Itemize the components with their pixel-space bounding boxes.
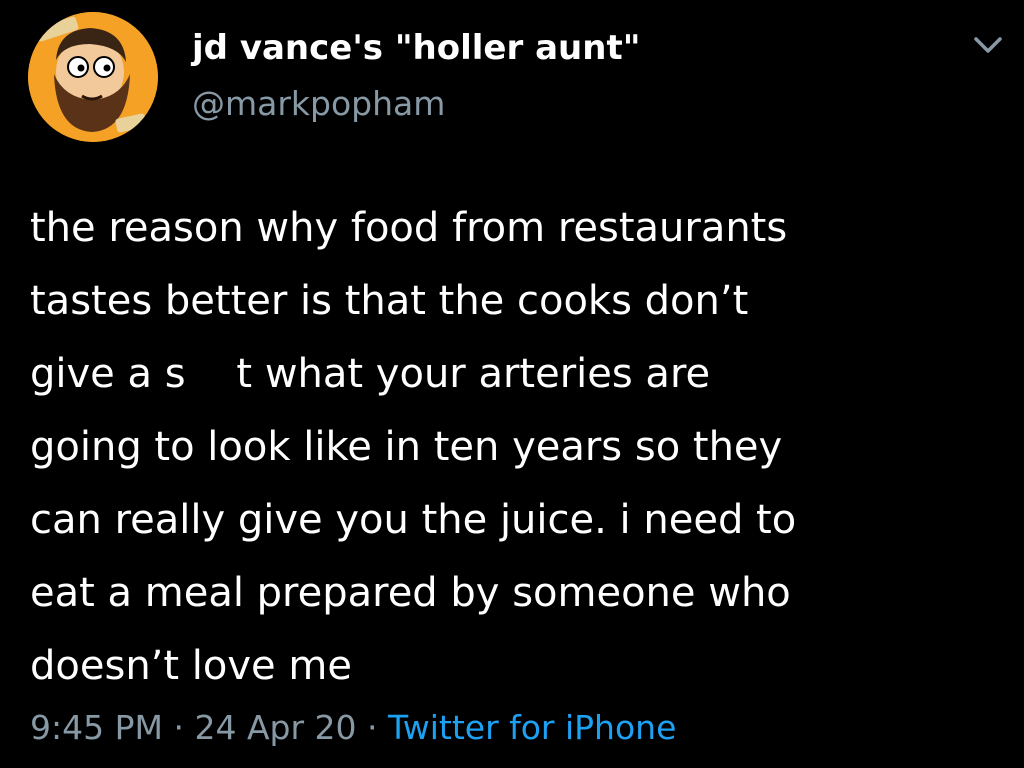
separator: · xyxy=(367,708,378,747)
tweet-body-line: give a s t what your arteries are xyxy=(30,351,711,397)
display-name[interactable]: jd vance's "holler aunt" xyxy=(192,26,640,70)
tweet-header: jd vance's "holler aunt" @markpopham xyxy=(192,26,640,126)
separator: · xyxy=(173,708,184,747)
chevron-down-icon[interactable] xyxy=(970,30,1006,60)
tweet-source-link[interactable]: Twitter for iPhone xyxy=(388,708,676,747)
tweet-body: the reason why food from restaurants tas… xyxy=(30,192,1015,703)
tweet-time[interactable]: 9:45 PM xyxy=(30,708,163,747)
bearded-man-avatar-icon xyxy=(28,12,158,142)
tweet-body-line: going to look like in ten years so they xyxy=(30,424,783,470)
tweet-body-line: tastes better is that the cooks don’t xyxy=(30,278,749,324)
tweet-body-line: doesn’t love me xyxy=(30,643,352,689)
tweet-date[interactable]: 24 Apr 20 xyxy=(194,708,356,747)
user-handle[interactable]: @markpopham xyxy=(192,82,640,126)
tweet-body-line: can really give you the juice. i need to xyxy=(30,497,797,543)
tweet: jd vance's "holler aunt" @markpopham the… xyxy=(0,0,1024,768)
avatar[interactable] xyxy=(28,12,158,142)
tweet-body-line: the reason why food from restaurants xyxy=(30,205,788,251)
tweet-meta: 9:45 PM · 24 Apr 20 · Twitter for iPhone xyxy=(30,703,676,753)
tweet-body-line: eat a meal prepared by someone who xyxy=(30,570,791,616)
